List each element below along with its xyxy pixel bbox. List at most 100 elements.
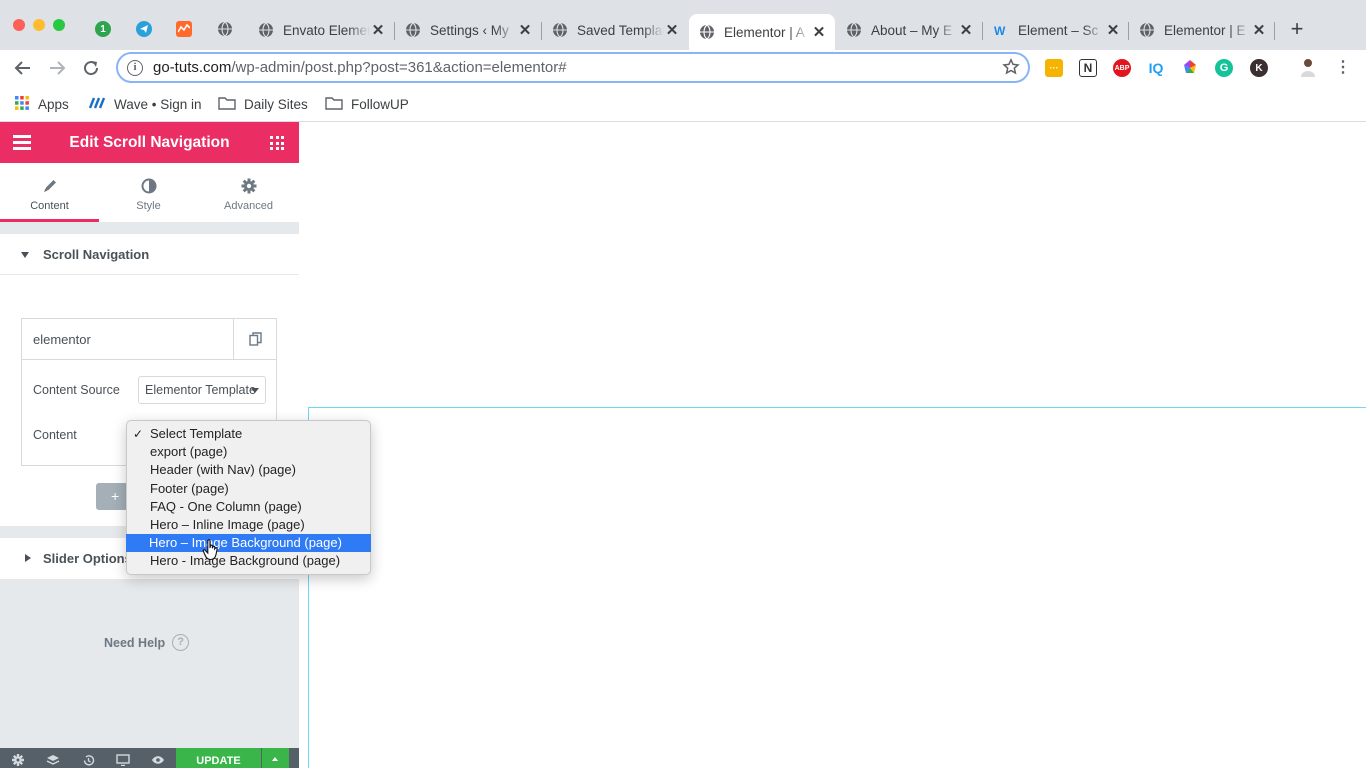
preview-eye-icon[interactable]: [151, 753, 165, 767]
pinned-tab-3[interactable]: [166, 14, 202, 44]
browser-window: 1 Envato Elements ✕ Settings ‹ My ✕: [0, 0, 1366, 768]
close-tab-icon[interactable]: ✕: [811, 24, 827, 41]
content-label: Content: [33, 428, 77, 442]
grammarly-icon[interactable]: G: [1215, 59, 1233, 77]
bookmark-daily-sites[interactable]: Daily Sites: [218, 94, 308, 114]
back-button[interactable]: [11, 56, 35, 80]
dropdown-option[interactable]: Footer (page): [127, 480, 370, 498]
forward-button[interactable]: [45, 56, 69, 80]
select-value: Elementor Template: [145, 383, 256, 397]
pinned-tab-1[interactable]: 1: [85, 14, 121, 44]
dropdown-option-highlighted[interactable]: Hero – Image Background (page): [126, 534, 371, 553]
preview-canvas: [299, 122, 1366, 768]
profile-avatar[interactable]: [1298, 57, 1318, 77]
tab-content[interactable]: Content: [0, 163, 99, 222]
duplicate-button[interactable]: [233, 319, 276, 359]
activity-icon: [176, 21, 192, 37]
tab-elementor-2[interactable]: Elementor | E ✕: [1129, 14, 1275, 46]
reload-button[interactable]: [79, 56, 103, 80]
repeater-item-title: elementor: [33, 332, 91, 347]
update-options-button[interactable]: [262, 748, 289, 768]
minimize-window-button[interactable]: [33, 19, 45, 31]
folder-icon: [325, 96, 343, 113]
dropdown-option[interactable]: Header (with Nav) (page): [127, 461, 370, 479]
color-wheel-extension-icon[interactable]: [1181, 59, 1199, 77]
dropdown-option[interactable]: Hero – Inline Image (page): [127, 516, 370, 534]
url-text: go-tuts.com/wp-admin/post.php?post=361&a…: [153, 59, 567, 76]
tab-separator: [1274, 22, 1275, 40]
preview-section-outline: [308, 407, 1366, 768]
dropdown-option[interactable]: export (page): [127, 443, 370, 461]
address-bar[interactable]: i go-tuts.com/wp-admin/post.php?post=361…: [116, 52, 1030, 83]
caret-down-icon: [21, 252, 29, 258]
pencil-icon: [0, 178, 99, 194]
contrast-icon: [99, 178, 198, 194]
content-source-select[interactable]: Elementor Template: [138, 376, 266, 404]
tab-advanced[interactable]: Advanced: [199, 163, 298, 222]
bookmark-wave[interactable]: Wave • Sign in: [88, 94, 202, 114]
n-extension-icon[interactable]: N: [1079, 59, 1097, 77]
widgets-grid-icon[interactable]: [270, 136, 284, 150]
tab-style[interactable]: Style: [99, 163, 198, 222]
tab-label: Advanced: [224, 200, 273, 212]
close-tab-icon[interactable]: ✕: [517, 22, 533, 39]
note-extension-icon[interactable]: ···: [1045, 59, 1063, 77]
need-help-link[interactable]: Need Help ?: [104, 634, 190, 651]
wave-icon: [88, 96, 106, 113]
dropdown-option[interactable]: FAQ - One Column (page): [127, 498, 370, 516]
gear-icon: [199, 178, 298, 194]
navigator-layers-icon[interactable]: [46, 753, 60, 767]
tab-about[interactable]: About – My E ✕: [836, 14, 982, 46]
chevron-down-icon: [251, 388, 259, 393]
repeater-item-header[interactable]: elementor: [22, 319, 276, 360]
tab-title: About – My E: [871, 22, 953, 38]
tab-settings[interactable]: Settings ‹ My ✕: [395, 14, 541, 46]
pinned-tab-2[interactable]: [126, 14, 162, 44]
pinned-tab-4[interactable]: [207, 14, 243, 44]
iq-extension-icon[interactable]: IQ: [1147, 59, 1165, 77]
panel-header: Edit Scroll Navigation: [0, 122, 299, 163]
bookmarks-bar: Apps Wave • Sign in Daily Sites FollowUP: [0, 86, 1366, 122]
adblock-plus-icon[interactable]: ABP: [1113, 59, 1131, 77]
close-tab-icon[interactable]: ✕: [1105, 22, 1121, 39]
dropdown-option[interactable]: ✓ Select Template: [127, 425, 370, 443]
info-icon[interactable]: i: [127, 59, 143, 76]
menu-kebab-icon[interactable]: ⋮: [1334, 59, 1352, 77]
section-scroll-navigation[interactable]: Scroll Navigation: [0, 234, 299, 275]
maximize-window-button[interactable]: [53, 19, 65, 31]
new-tab-button[interactable]: +: [1285, 18, 1309, 42]
dropdown-option[interactable]: Hero - Image Background (page): [127, 552, 370, 570]
settings-icon[interactable]: [11, 753, 25, 767]
apps-grid-icon: [14, 95, 30, 114]
k-extension-icon[interactable]: K: [1250, 59, 1268, 77]
content-template-dropdown[interactable]: ✓ Select Template export (page) Header (w…: [126, 420, 371, 575]
update-button[interactable]: UPDATE: [176, 748, 261, 768]
close-tab-icon[interactable]: ✕: [370, 22, 386, 39]
globe-icon: [846, 22, 862, 38]
tab-envato-elements[interactable]: Envato Elements ✕: [248, 14, 394, 46]
panel-title: Edit Scroll Navigation: [69, 134, 230, 151]
history-icon[interactable]: [81, 753, 95, 767]
tab-saved-templates[interactable]: Saved Templates ✕: [542, 14, 688, 46]
telegram-icon: [136, 21, 152, 37]
bookmark-apps[interactable]: Apps: [14, 94, 69, 114]
green-one-icon: 1: [95, 21, 111, 37]
globe-icon: [405, 22, 421, 38]
responsive-desktop-icon[interactable]: [116, 753, 130, 767]
content-source-label: Content Source: [33, 383, 120, 397]
arrow-left-icon: [14, 61, 30, 75]
close-tab-icon[interactable]: ✕: [664, 22, 680, 39]
need-help-label: Need Help: [104, 635, 166, 650]
tab-element[interactable]: W Element – Sc ✕: [983, 14, 1129, 46]
tab-title: Elementor | A: [724, 24, 805, 40]
browser-toolbar: i go-tuts.com/wp-admin/post.php?post=361…: [0, 50, 1366, 86]
bookmark-followup[interactable]: FollowUP: [325, 94, 409, 114]
tab-title: Saved Templates: [577, 22, 664, 38]
tab-title: Elementor | E: [1164, 22, 1246, 38]
bookmark-star-icon[interactable]: [1002, 57, 1020, 79]
tab-elementor-active[interactable]: Elementor | A ✕: [689, 14, 835, 50]
close-window-button[interactable]: [13, 19, 25, 31]
wpmu-icon: W: [993, 22, 1009, 38]
close-tab-icon[interactable]: ✕: [1251, 22, 1267, 39]
close-tab-icon[interactable]: ✕: [958, 22, 974, 39]
